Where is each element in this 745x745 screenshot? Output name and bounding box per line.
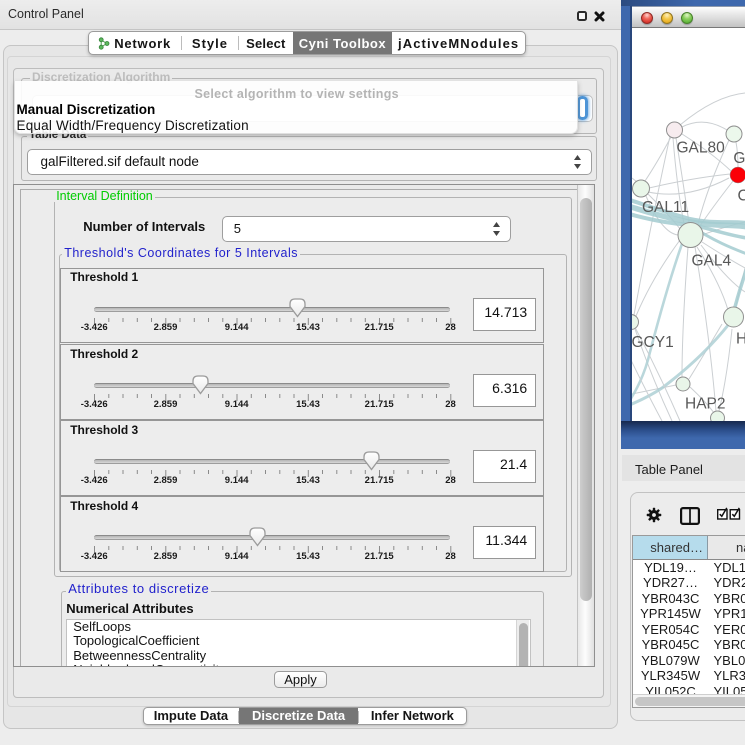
svg-text:GAL4: GAL4 xyxy=(692,253,732,270)
svg-text:H: H xyxy=(736,331,745,348)
svg-text:C: C xyxy=(738,188,745,205)
svg-text:HAP2: HAP2 xyxy=(685,396,726,413)
svg-text:GAL80: GAL80 xyxy=(677,140,726,157)
svg-text:GAL11: GAL11 xyxy=(642,199,689,216)
svg-text:GCY1: GCY1 xyxy=(632,334,674,351)
svg-text:GA: GA xyxy=(733,150,745,167)
